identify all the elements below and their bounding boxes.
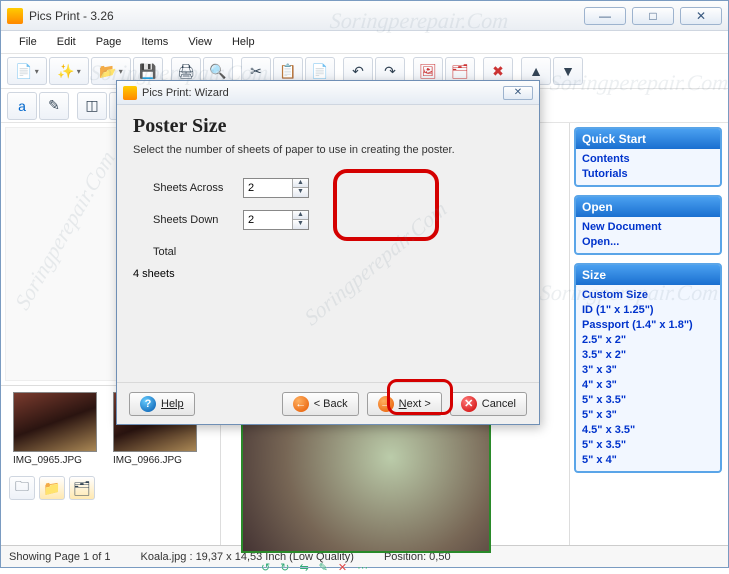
wizard-dialog: Pics Print: Wizard ✕ Poster Size Select … xyxy=(116,80,540,425)
wizard-icon[interactable]: ✨▾ xyxy=(49,57,89,85)
size-option[interactable]: 4" x 3" xyxy=(582,378,714,393)
row-sheets-across: Sheets Across ▲▼ xyxy=(133,174,523,202)
thumbnail-image xyxy=(13,392,97,452)
size-option[interactable]: 5" x 3.5" xyxy=(582,393,714,408)
label-sheets-across: Sheets Across xyxy=(133,182,243,194)
spin-down-icon[interactable]: ▼ xyxy=(293,188,308,197)
menubar: File Edit Page Items View Help xyxy=(1,31,728,53)
folder-stack-icon[interactable]: 🗂 xyxy=(69,476,95,500)
size-option[interactable]: ID (1" x 1.25") xyxy=(582,303,714,318)
window-title: Pics Print - 3.26 xyxy=(29,9,584,23)
link-new-document[interactable]: New Document xyxy=(582,220,714,235)
panel-header: Quick Start xyxy=(576,129,720,149)
cancel-button[interactable]: ✕ Cancel xyxy=(450,392,527,416)
dialog-heading: Poster Size xyxy=(133,115,523,138)
menu-edit[interactable]: Edit xyxy=(49,34,84,50)
size-option[interactable]: 5" x 3.5" xyxy=(582,438,714,453)
link-tutorials[interactable]: Tutorials xyxy=(582,167,714,182)
input-sheets-across[interactable] xyxy=(244,179,292,197)
size-option[interactable]: 5" x 4" xyxy=(582,453,714,468)
cancel-icon: ✕ xyxy=(461,396,477,412)
dialog-body: Poster Size Select the number of sheets … xyxy=(117,105,539,382)
right-pane: Quick Start Contents Tutorials Open New … xyxy=(570,123,728,545)
size-option[interactable]: 4.5" x 3.5" xyxy=(582,423,714,438)
dialog-close-button[interactable]: ✕ xyxy=(503,86,533,100)
thumbnail-caption: IMG_0966.JPG xyxy=(113,455,201,466)
menu-items[interactable]: Items xyxy=(133,34,176,50)
next-page-icon[interactable]: ▼ xyxy=(553,57,583,85)
size-option[interactable]: 3" x 3" xyxy=(582,363,714,378)
menu-page[interactable]: Page xyxy=(88,34,130,50)
back-button[interactable]: ← < Back xyxy=(282,392,359,416)
label-total: Total xyxy=(133,246,243,258)
menu-view[interactable]: View xyxy=(180,34,220,50)
minimize-button[interactable]: — xyxy=(584,7,626,25)
size-option[interactable]: Passport (1.4" x 1.8") xyxy=(582,318,714,333)
titlebar: Pics Print - 3.26 — □ ✕ xyxy=(1,1,728,31)
panel-header: Open xyxy=(576,197,720,217)
new-doc-icon[interactable]: 📄▾ xyxy=(7,57,47,85)
panel-open: Open New Document Open... xyxy=(574,195,722,255)
panel-header: Size xyxy=(576,265,720,285)
arrow-right-icon: → xyxy=(378,396,394,412)
spin-down-icon[interactable]: ▼ xyxy=(293,220,308,229)
crop-icon[interactable]: ◫ xyxy=(77,92,107,120)
input-sheets-down[interactable] xyxy=(244,211,292,229)
cancel-button-label: Cancel xyxy=(482,398,516,410)
text-icon[interactable]: a xyxy=(7,92,37,120)
help-button-label: Help xyxy=(161,398,184,410)
help-icon: ? xyxy=(140,396,156,412)
next-button[interactable]: → Next > xyxy=(367,392,442,416)
value-total: 4 sheets xyxy=(133,268,175,280)
row-sheets-down: Sheets Down ▲▼ xyxy=(133,206,523,234)
size-option[interactable]: 2.5" x 2" xyxy=(582,333,714,348)
edit-icon[interactable]: ✎ xyxy=(39,92,69,120)
size-option[interactable]: 5" x 3" xyxy=(582,408,714,423)
close-button[interactable]: ✕ xyxy=(680,7,722,25)
label-sheets-down: Sheets Down xyxy=(133,214,243,226)
size-option[interactable]: 3.5" x 2" xyxy=(582,348,714,363)
maximize-button[interactable]: □ xyxy=(632,7,674,25)
app-icon xyxy=(7,8,23,24)
next-button-label: Next > xyxy=(399,398,431,410)
spinner-sheets-across[interactable]: ▲▼ xyxy=(243,178,309,198)
size-option[interactable]: Custom Size xyxy=(582,288,714,303)
spin-up-icon[interactable]: ▲ xyxy=(293,211,308,220)
link-contents[interactable]: Contents xyxy=(582,152,714,167)
arrow-left-icon: ← xyxy=(293,396,309,412)
panel-quickstart: Quick Start Contents Tutorials xyxy=(574,127,722,187)
help-button[interactable]: ? Help xyxy=(129,392,195,416)
dialog-title: Pics Print: Wizard xyxy=(142,87,503,99)
spin-up-icon[interactable]: ▲ xyxy=(293,179,308,188)
spinner-sheets-down[interactable]: ▲▼ xyxy=(243,210,309,230)
menu-help[interactable]: Help xyxy=(224,34,263,50)
dialog-buttonbar: ? Help ← < Back → Next > ✕ Cancel xyxy=(117,382,539,424)
thumbnail-toolbar: 🗀 📁 🗂 xyxy=(1,472,220,504)
link-open[interactable]: Open... xyxy=(582,235,714,250)
folder-tree-icon[interactable]: 🗀 xyxy=(9,476,35,500)
thumbnail-item[interactable]: IMG_0965.JPG xyxy=(13,392,101,466)
menu-file[interactable]: File xyxy=(11,34,45,50)
thumbnail-caption: IMG_0965.JPG xyxy=(13,455,101,466)
status-page: Showing Page 1 of 1 xyxy=(9,551,111,563)
panel-size: Size Custom SizeID (1" x 1.25")Passport … xyxy=(574,263,722,473)
folder-open-icon[interactable]: 📁 xyxy=(39,476,65,500)
dialog-description: Select the number of sheets of paper to … xyxy=(133,144,523,156)
dialog-titlebar: Pics Print: Wizard ✕ xyxy=(117,81,539,105)
dialog-icon xyxy=(123,86,137,100)
back-button-label: < Back xyxy=(314,398,348,410)
